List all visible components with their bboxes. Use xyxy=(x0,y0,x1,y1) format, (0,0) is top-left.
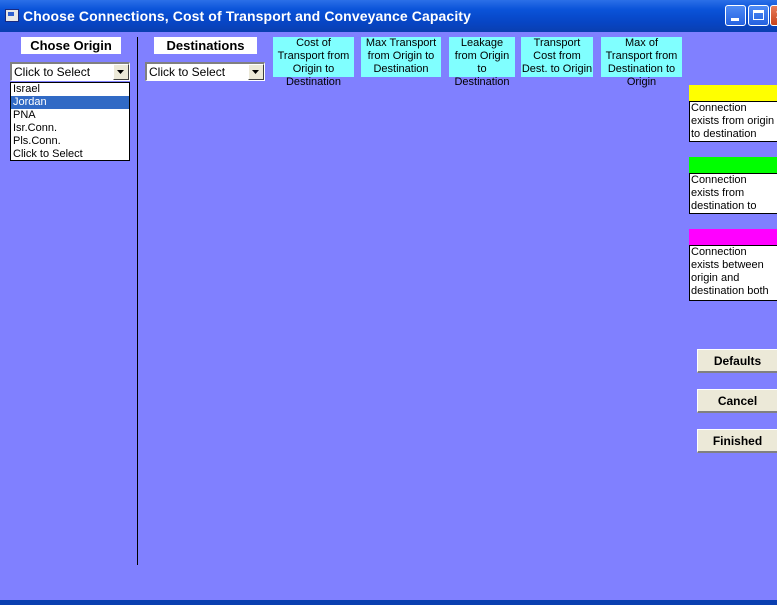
destinations-select[interactable]: Click to Select xyxy=(145,62,265,81)
destinations-dropdown-button[interactable] xyxy=(248,64,264,80)
origin-option[interactable]: Israel xyxy=(11,83,129,96)
maximize-button[interactable] xyxy=(748,5,769,26)
legend-swatch-green xyxy=(689,157,777,173)
window-title: Choose Connections, Cost of Transport an… xyxy=(23,8,471,24)
legend-swatch-magenta xyxy=(689,229,777,245)
finished-button[interactable]: Finished xyxy=(697,429,777,453)
chevron-down-icon xyxy=(252,70,259,74)
column-header-max-origin-dest: Max Transport from Origin to Destination xyxy=(361,37,441,77)
divider-line xyxy=(137,37,138,565)
origin-select[interactable]: Click to Select xyxy=(10,62,130,81)
origin-option[interactable]: Click to Select xyxy=(11,148,129,161)
origin-option[interactable]: PNA xyxy=(11,109,129,122)
minimize-button[interactable] xyxy=(725,5,746,26)
origin-dropdown-button[interactable] xyxy=(113,64,129,80)
origin-option[interactable]: Pls.Conn. xyxy=(11,135,129,148)
title-bar[interactable]: Choose Connections, Cost of Transport an… xyxy=(0,0,777,32)
destinations-label: Destinations xyxy=(154,37,257,54)
maximize-icon xyxy=(753,10,764,20)
column-header-max-dest-origin: Max of Transport from Destination to Ori… xyxy=(601,37,682,88)
column-header-cost-dest-origin: Transport Cost from Dest. to Origin xyxy=(521,37,593,77)
app-icon xyxy=(5,9,19,22)
chevron-down-icon xyxy=(117,70,124,74)
destinations-select-value: Click to Select xyxy=(149,65,226,79)
origin-label: Chose Origin xyxy=(21,37,121,54)
close-button[interactable]: ✕ xyxy=(770,5,777,26)
legend-text-dest-to-origin: Connection exists from destination to or… xyxy=(689,173,777,214)
defaults-button[interactable]: Defaults xyxy=(697,349,777,373)
minimize-icon xyxy=(731,18,739,21)
legend-swatch-yellow xyxy=(689,85,777,101)
origin-option[interactable]: Jordan xyxy=(11,96,129,109)
legend-text-both-ways: Connection exists between origin and des… xyxy=(689,245,777,301)
column-header-cost-origin-dest: Cost of Transport from Origin to Destina… xyxy=(273,37,354,88)
legend-text-origin-to-dest: Connection exists from origin to destina… xyxy=(689,101,777,142)
origin-option[interactable]: Isr.Conn. xyxy=(11,122,129,135)
cancel-button[interactable]: Cancel xyxy=(697,389,777,413)
origin-select-value: Click to Select xyxy=(14,65,91,79)
origin-dropdown-list[interactable]: Israel Jordan PNA Isr.Conn. Pls.Conn. Cl… xyxy=(10,82,130,161)
column-header-leakage: Leakage from Origin to Destination xyxy=(449,37,515,88)
window-bottom-border xyxy=(0,600,777,605)
